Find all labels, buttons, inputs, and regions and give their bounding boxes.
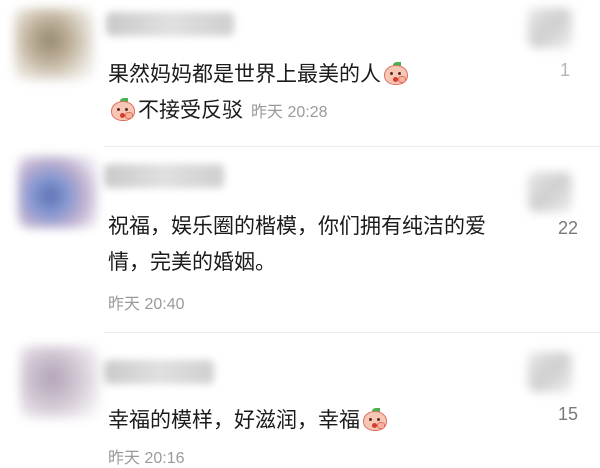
comment-text-line: 果然妈妈都是世界上最美的人	[108, 62, 381, 86]
thumbs-up-icon[interactable]	[528, 172, 572, 212]
avatar[interactable]	[14, 8, 94, 80]
comment-timestamp: 昨天 20:28	[251, 104, 328, 121]
comment-item: 祝福，娱乐圈的楷模，你们拥有纯洁的爱情，完美的婚姻。 昨天 20:40 22	[0, 146, 600, 332]
user-nickname[interactable]	[106, 12, 234, 36]
comment-text: 幸福的模样，好滋润，幸福	[108, 402, 508, 438]
like-button[interactable]	[518, 172, 578, 216]
user-nickname[interactable]	[104, 164, 224, 188]
comment-text-line: 不接受反驳	[138, 98, 243, 122]
comment-item: 幸福的模样，好滋润，幸福 昨天 20:16 15	[0, 332, 600, 468]
comment-timestamp: 昨天 20:40	[108, 296, 185, 313]
comment-item: 果然妈妈都是世界上最美的人 不接受反驳 昨天 20:28 1	[0, 0, 600, 146]
like-count: 1	[559, 60, 570, 80]
comment-text: 祝福，娱乐圈的楷模，你们拥有纯洁的爱情，完美的婚姻。	[108, 214, 486, 274]
like-count: 15	[557, 404, 578, 424]
like-count: 22	[557, 218, 578, 238]
avatar[interactable]	[20, 346, 100, 418]
comment-text: 果然妈妈都是世界上最美的人 不接受反驳 昨天 20:28	[108, 56, 508, 131]
like-button[interactable]	[518, 352, 578, 396]
peach-face-emoji-icon	[383, 62, 409, 86]
comment-text-line: 幸福的模样，好滋润，幸福	[108, 408, 360, 432]
peach-face-emoji-icon	[110, 98, 136, 122]
peach-face-emoji-icon	[362, 408, 388, 432]
comment-timestamp: 昨天 20:16	[108, 450, 185, 467]
avatar[interactable]	[18, 156, 98, 228]
like-button[interactable]	[518, 8, 578, 52]
thumbs-up-icon[interactable]	[528, 8, 572, 48]
user-nickname[interactable]	[104, 360, 214, 384]
thumbs-up-icon[interactable]	[528, 352, 572, 392]
